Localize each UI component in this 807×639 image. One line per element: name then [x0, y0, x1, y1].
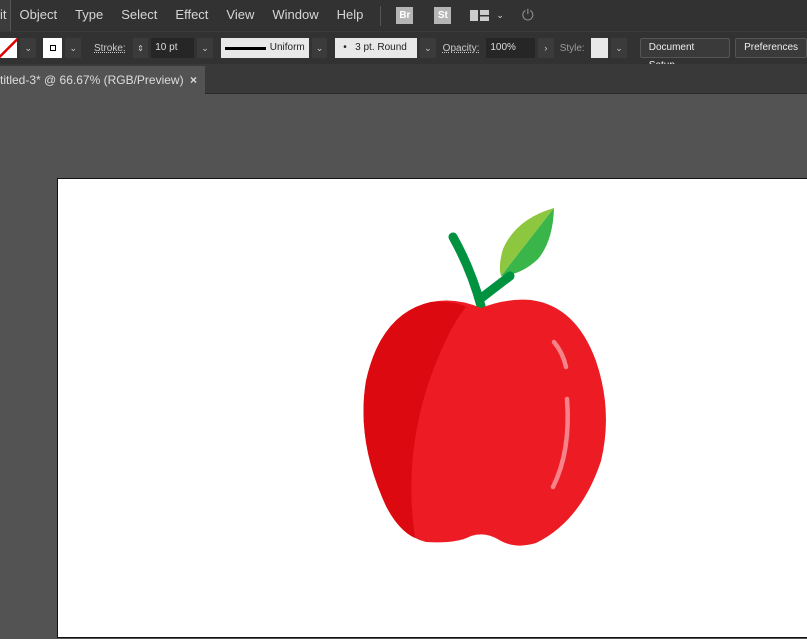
brush-dropdown[interactable]: ⌄	[420, 38, 436, 58]
style-label: Style:	[559, 42, 585, 54]
tab-title: titled-3* @ 66.67% (RGB/Preview)	[0, 73, 184, 87]
menu-bar: it Object Type Select Effect View Window…	[0, 0, 807, 31]
stroke-weight-dropdown[interactable]: ⌄	[197, 38, 213, 58]
menu-object[interactable]: Object	[11, 0, 67, 31]
opacity-arrow[interactable]: ›	[538, 38, 554, 58]
gpu-performance-icon[interactable]: ⏻	[522, 7, 534, 24]
preferences-button[interactable]: Preferences	[735, 38, 807, 58]
apple-artwork	[363, 208, 606, 546]
brush-label: 3 pt. Round	[355, 42, 407, 53]
close-tab-icon[interactable]: ×	[190, 66, 197, 94]
stroke-weight-input[interactable]: 10 pt	[151, 38, 195, 58]
menu-effect[interactable]: Effect	[166, 0, 217, 31]
variable-width-profile[interactable]: Uniform	[220, 38, 309, 58]
menu-edit[interactable]: it	[0, 0, 11, 31]
leaf-stem	[475, 271, 515, 304]
menu-type[interactable]: Type	[66, 0, 112, 31]
divider	[380, 5, 382, 26]
stock-icon[interactable]: St	[434, 7, 452, 24]
menu-help[interactable]: Help	[328, 0, 373, 31]
stroke-swatch-dropdown[interactable]: ⌄	[65, 38, 81, 58]
brush-definition[interactable]: • 3 pt. Round	[335, 38, 418, 58]
document-tab-bar: titled-3* @ 66.67% (RGB/Preview) ×	[0, 64, 807, 94]
opacity-label[interactable]: Opacity:	[439, 43, 484, 54]
opacity-input[interactable]: 100%	[486, 38, 536, 58]
menu-select[interactable]: Select	[112, 0, 166, 31]
artboard[interactable]	[57, 178, 807, 638]
menu-window[interactable]: Window	[263, 0, 327, 31]
profile-label: Uniform	[269, 42, 305, 53]
line-icon	[224, 46, 266, 50]
style-dropdown[interactable]: ⌄	[611, 38, 627, 58]
apple-stem	[448, 232, 486, 311]
fill-dropdown[interactable]: ⌄	[20, 38, 37, 58]
profile-dropdown[interactable]: ⌄	[311, 38, 328, 58]
style-swatch[interactable]	[590, 38, 609, 58]
stroke-label[interactable]: Stroke:	[90, 43, 130, 54]
document-setup-button[interactable]: Document Setup	[639, 38, 731, 71]
stroke-stepper[interactable]: ⇕	[132, 38, 149, 58]
control-bar: ⌄ ⌄ Stroke: ⇕ 10 pt ⌄ Uniform ⌄ • 3 pt. …	[0, 31, 807, 71]
stroke-swatch[interactable]	[43, 38, 63, 58]
workspace-layout-icon[interactable]: ⌄	[470, 10, 504, 21]
menu-view[interactable]: View	[217, 0, 263, 31]
fill-swatch[interactable]	[0, 38, 18, 58]
bridge-icon[interactable]: Br	[396, 7, 414, 24]
document-tab[interactable]: titled-3* @ 66.67% (RGB/Preview) ×	[0, 66, 205, 94]
